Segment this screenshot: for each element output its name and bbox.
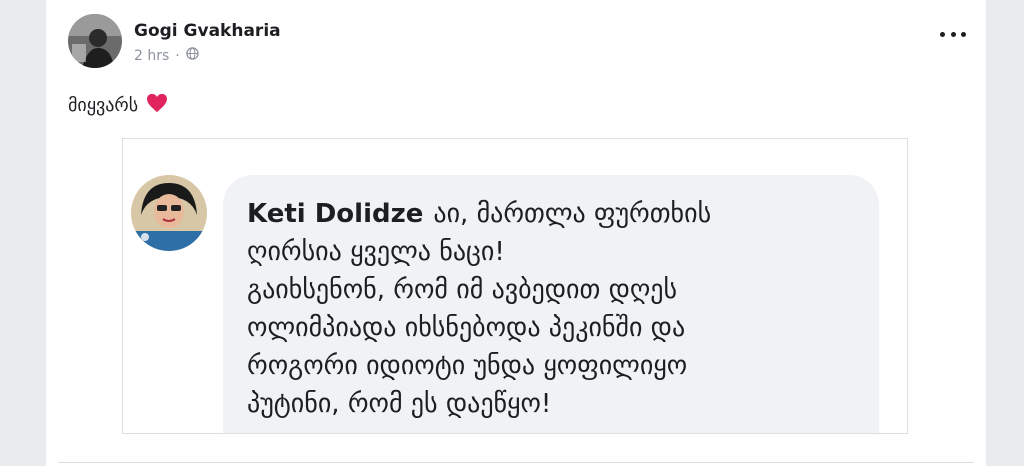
commenter-avatar (131, 175, 207, 251)
red-heart-icon (146, 93, 168, 118)
more-options-icon[interactable] (940, 26, 966, 42)
globe-icon[interactable] (186, 47, 199, 64)
post-divider (58, 462, 974, 463)
author-name[interactable]: Gogi Gvakharia (134, 21, 281, 41)
shared-screenshot[interactable]: Keti Dolidze აი, მართლა ფურთხის ღირსია ყვ… (122, 138, 908, 434)
post-meta: 2 hrs · (134, 47, 199, 64)
author-avatar[interactable] (68, 14, 122, 68)
comment-text: აი, მართლა ფურთხის ღირსია ყველა ნაცი! გა… (247, 199, 712, 419)
post-text: მიყვარს (68, 95, 139, 116)
post-timestamp[interactable]: 2 hrs (134, 48, 169, 64)
comment-bubble: Keti Dolidze აი, მართლა ფურთხის ღირსია ყვ… (223, 175, 879, 433)
post-body: მიყვარს (68, 93, 168, 118)
comment-content: Keti Dolidze აი, მართლა ფურთხის ღირსია ყვ… (247, 195, 863, 423)
meta-separator: · (175, 47, 180, 64)
comment-author: Keti Dolidze (247, 199, 424, 229)
post-card: Gogi Gvakharia 2 hrs · მიყვარს Keti Doli… (46, 0, 986, 466)
